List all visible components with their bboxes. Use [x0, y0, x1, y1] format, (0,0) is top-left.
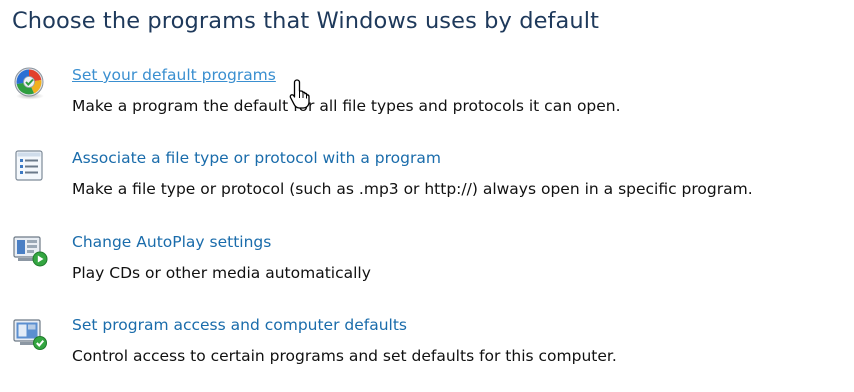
program-access-link[interactable]: Set program access and computer defaults	[72, 316, 407, 334]
hand-pointer-cursor	[288, 78, 316, 110]
autoplay-item: Change AutoPlay settings Play CDs or oth…	[0, 233, 854, 303]
autoplay-icon	[12, 233, 48, 267]
set-default-programs-description: Make a program the default for all file …	[72, 97, 621, 115]
file-association-item: Associate a file type or protocol with a…	[0, 149, 854, 219]
default-programs-item: Set your default programs Make a program…	[0, 66, 854, 136]
program-access-item: Set program access and computer defaults…	[0, 316, 854, 386]
change-autoplay-description: Play CDs or other media automatically	[72, 264, 371, 282]
change-autoplay-link[interactable]: Change AutoPlay settings	[72, 233, 271, 251]
associate-file-type-description: Make a file type or protocol (such as .m…	[72, 180, 753, 198]
program-access-icon	[12, 316, 48, 350]
page-title: Choose the programs that Windows uses by…	[12, 8, 600, 34]
associate-file-type-link[interactable]: Associate a file type or protocol with a…	[72, 149, 441, 167]
program-access-description: Control access to certain programs and s…	[72, 347, 617, 365]
set-default-programs-link[interactable]: Set your default programs	[72, 66, 276, 84]
file-association-icon	[12, 149, 48, 183]
default-programs-icon	[12, 66, 48, 100]
